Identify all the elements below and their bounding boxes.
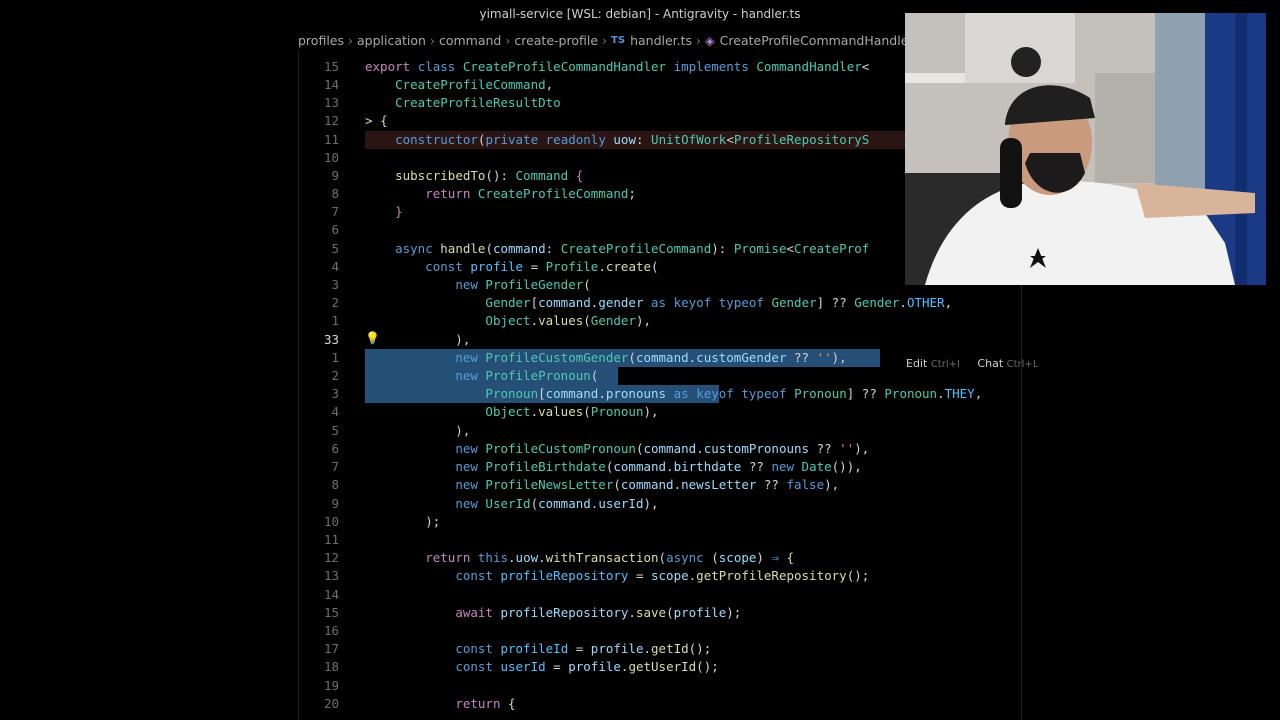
- line-number-current: 33: [323, 332, 339, 347]
- code-line: Gender[command.gender as keyof typeof Ge…: [485, 295, 953, 310]
- line-number: 4: [331, 259, 339, 274]
- line-number: 5: [331, 241, 339, 256]
- chevron-right-icon: ›: [505, 32, 511, 48]
- code-line: );: [365, 514, 441, 529]
- code-line: ),: [365, 423, 471, 438]
- breadcrumb-item[interactable]: profiles: [298, 33, 344, 48]
- breadcrumb-item[interactable]: create-profile: [514, 33, 598, 48]
- code-line: Pronoun[command.pronouns as keyof typeof…: [485, 386, 983, 401]
- code-line: new ProfileCustomGender(command.customGe…: [455, 350, 847, 365]
- code-line: new UserId(command.userId),: [455, 496, 659, 511]
- chevron-right-icon: ›: [602, 32, 608, 48]
- line-number: 13: [323, 95, 339, 110]
- breadcrumb-item[interactable]: application: [357, 33, 426, 48]
- line-number: 17: [323, 641, 339, 656]
- line-number: 1: [331, 350, 339, 365]
- line-number: 20: [323, 696, 339, 711]
- webcam-person-image: [905, 13, 1266, 285]
- line-number: 15: [323, 59, 339, 74]
- line-number: 9: [331, 168, 339, 183]
- line-number: 8: [331, 477, 339, 492]
- code-line: return CreateProfileCommand;: [425, 186, 636, 201]
- code-line: new ProfileNewsLetter(command.newsLetter…: [455, 477, 840, 492]
- code-line: const profile = Profile.create(: [425, 259, 659, 274]
- line-number: 5: [331, 423, 339, 438]
- code-line: return {: [455, 696, 516, 711]
- breadcrumb-item[interactable]: command: [439, 33, 501, 48]
- line-number: 12: [323, 550, 339, 565]
- line-number: 10: [323, 150, 339, 165]
- code-line: export class CreateProfileCommandHandler…: [365, 59, 870, 74]
- breadcrumb: profiles › application › command › create-p…: [298, 30, 914, 50]
- chevron-right-icon: ›: [696, 32, 702, 48]
- code-line: ),: [365, 332, 471, 347]
- line-number: 2: [331, 295, 339, 310]
- line-number: 11: [323, 132, 339, 147]
- line-number: 19: [323, 678, 339, 693]
- line-number: 6: [331, 222, 339, 237]
- chevron-right-icon: ›: [429, 32, 435, 48]
- line-number: 13: [323, 568, 339, 583]
- line-number: 7: [331, 204, 339, 219]
- code-line: new ProfileCustomPronoun(command.customP…: [455, 441, 870, 456]
- code-line: await profileRepository.save(profile);: [455, 605, 742, 620]
- code-line: new ProfileBirthdate(command.birthdate ?…: [455, 459, 862, 474]
- edit-action[interactable]: Edit Ctrl+I: [906, 357, 960, 370]
- line-number: 10: [323, 514, 339, 529]
- code-line: CreateProfileResultDto: [395, 95, 561, 110]
- line-number: 12: [323, 113, 339, 128]
- line-number: 18: [323, 659, 339, 674]
- code-line: Object.values(Pronoun),: [485, 404, 659, 419]
- code-line: return this.uow.withTransaction(async (s…: [425, 550, 795, 565]
- line-number: 8: [331, 186, 339, 201]
- webcam-overlay: [905, 13, 1266, 285]
- class-symbol-icon: ◈: [705, 32, 715, 48]
- line-number: 16: [323, 623, 339, 638]
- line-number: 2: [331, 368, 339, 383]
- code-line: new ProfilePronoun(: [455, 368, 599, 383]
- line-number: 6: [331, 441, 339, 456]
- breadcrumb-symbol[interactable]: CreateProfileCommandHandler: [720, 33, 914, 48]
- code-line: > {: [365, 113, 388, 128]
- code-line: const userId = profile.getUserId();: [455, 659, 719, 674]
- code-line: constructor(private readonly uow: UnitOf…: [395, 132, 870, 147]
- code-line: CreateProfileCommand,: [395, 77, 554, 92]
- line-number: 15: [323, 605, 339, 620]
- window-title: yimall-service [WSL: debian] - Antigravi…: [479, 7, 801, 21]
- line-number: 9: [331, 496, 339, 511]
- code-line: new ProfileGender(: [455, 277, 591, 292]
- line-number: 11: [323, 532, 339, 547]
- code-line: Object.values(Gender),: [485, 313, 652, 328]
- chat-action[interactable]: Chat Ctrl+L: [977, 357, 1038, 370]
- line-number: 3: [331, 277, 339, 292]
- code-line: async handle(command: CreateProfileComma…: [395, 241, 870, 256]
- code-line: const profileRepository = scope.getProfi…: [455, 568, 870, 583]
- chevron-right-icon: ›: [348, 32, 353, 48]
- breadcrumb-file[interactable]: handler.ts: [630, 33, 692, 48]
- code-line: const profileId = profile.getId();: [455, 641, 712, 656]
- typescript-file-icon: TS: [611, 34, 626, 46]
- inline-action-hint: Edit Ctrl+I Chat Ctrl+L: [906, 357, 1038, 370]
- code-line: }: [395, 204, 403, 219]
- line-number: 14: [323, 587, 339, 602]
- line-number: 7: [331, 459, 339, 474]
- line-number: 14: [323, 77, 339, 92]
- line-number: 1: [331, 313, 339, 328]
- code-line: subscribedTo(): Command {: [395, 168, 584, 183]
- line-number: 3: [331, 386, 339, 401]
- line-number: 4: [331, 404, 339, 419]
